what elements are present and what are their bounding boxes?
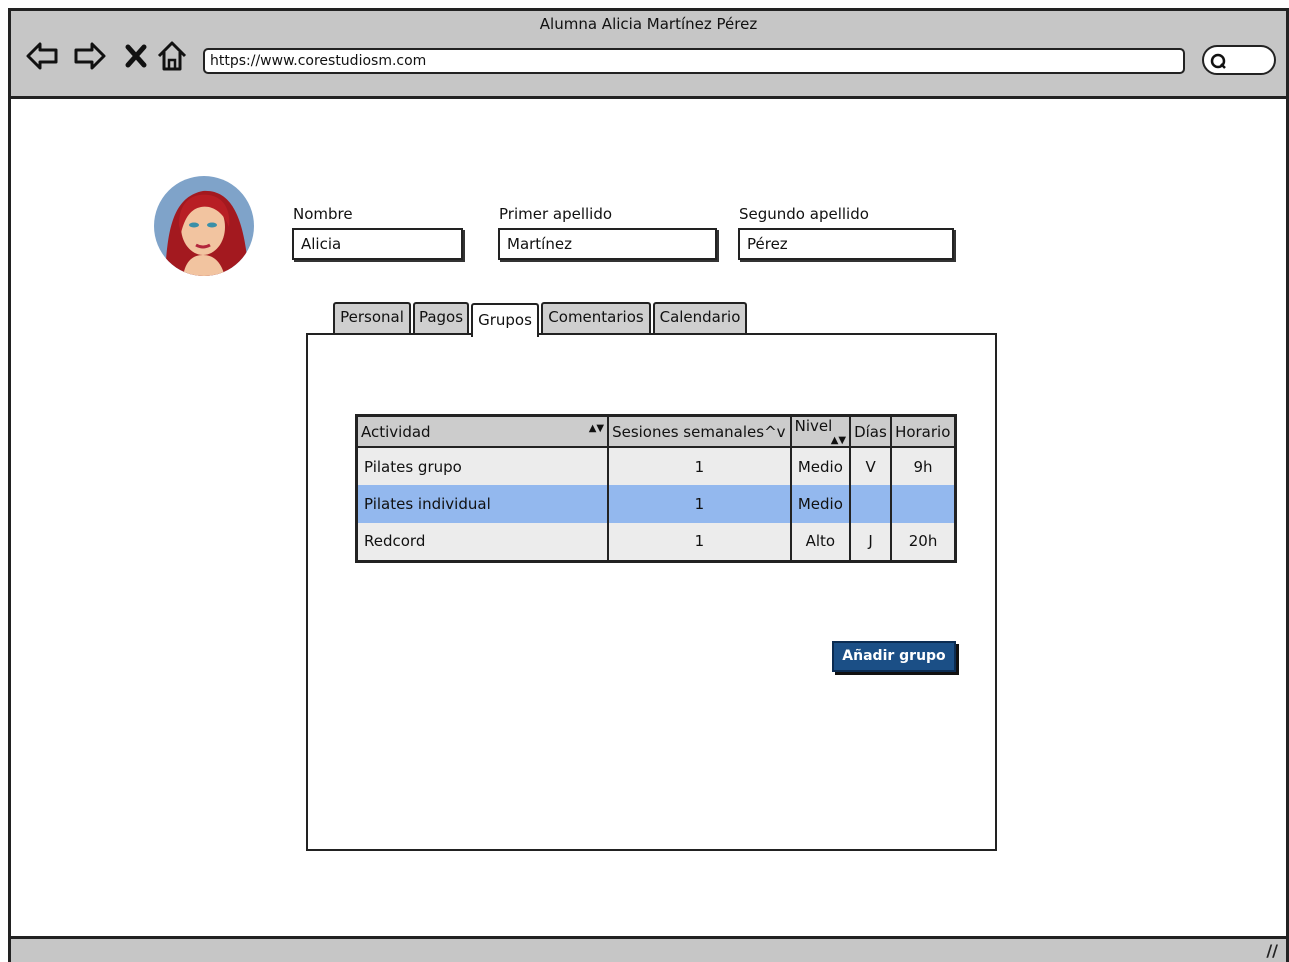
search-box[interactable] (1202, 45, 1276, 75)
back-arrow-icon[interactable] (25, 39, 59, 73)
table-row[interactable]: Pilates grupo 1 Medio V 9h (356, 447, 957, 485)
table-row[interactable]: Redcord 1 Alto J 20h (356, 523, 957, 561)
table-header-row: Actividad ▲▼ Sesiones semanales^v Nivel … (356, 415, 957, 448)
table-row-selected[interactable]: Pilates individual 1 Medio (356, 485, 957, 523)
tab-pagos[interactable]: Pagos (413, 302, 469, 333)
column-header-actividad[interactable]: Actividad ▲▼ (356, 415, 610, 448)
cell-sesiones: 1 (608, 447, 792, 485)
resize-grip-icon[interactable]: // (1266, 941, 1278, 960)
add-group-button[interactable]: Añadir grupo (832, 641, 956, 672)
cell-nivel: Medio (790, 485, 852, 523)
cell-horario (891, 485, 957, 523)
cell-sesiones: 1 (608, 523, 792, 561)
cell-dias (850, 485, 893, 523)
cell-dias: V (850, 447, 893, 485)
primer-apellido-field[interactable]: Martínez (498, 228, 717, 260)
search-icon (1210, 53, 1226, 69)
cell-actividad: Pilates grupo (356, 447, 610, 485)
status-bar: // (11, 936, 1286, 962)
sort-icon[interactable]: ▲▼ (831, 435, 846, 446)
cell-actividad: Redcord (356, 523, 610, 561)
url-bar[interactable]: https://www.corestudiosm.com (203, 48, 1185, 74)
nombre-label: Nombre (293, 205, 353, 223)
cell-nivel: Alto (790, 523, 852, 561)
window-title: Alumna Alicia Martínez Pérez (539, 15, 758, 33)
column-header-horario[interactable]: Horario (891, 415, 957, 448)
close-icon[interactable] (119, 39, 153, 73)
browser-window: Alumna Alicia Martínez Pérez https://www… (8, 8, 1289, 962)
groups-table: Actividad ▲▼ Sesiones semanales^v Nivel … (355, 414, 957, 563)
cell-horario: 20h (891, 523, 957, 561)
column-header-sesiones[interactable]: Sesiones semanales^v (608, 415, 792, 448)
segundo-apellido-label: Segundo apellido (739, 205, 869, 223)
column-header-label: Nivel (794, 417, 833, 435)
tab-personal[interactable]: Personal (333, 302, 411, 333)
cell-horario: 9h (891, 447, 957, 485)
cell-actividad: Pilates individual (356, 485, 610, 523)
column-header-nivel[interactable]: Nivel ▲▼ (790, 415, 852, 448)
cell-dias: J (850, 523, 893, 561)
cell-nivel: Medio (790, 447, 852, 485)
tab-calendario[interactable]: Calendario (653, 302, 747, 333)
primer-apellido-label: Primer apellido (499, 205, 613, 223)
tab-grupos[interactable]: Grupos (471, 303, 539, 337)
forward-arrow-icon[interactable] (73, 39, 107, 73)
home-icon[interactable] (155, 39, 189, 73)
sort-icon[interactable]: ▲▼ (589, 423, 604, 434)
column-header-dias[interactable]: Días (850, 415, 893, 448)
nombre-field[interactable]: Alicia (292, 228, 463, 260)
segundo-apellido-field[interactable]: Pérez (738, 228, 954, 260)
cell-sesiones: 1 (608, 485, 792, 523)
grupos-panel: Actividad ▲▼ Sesiones semanales^v Nivel … (306, 333, 997, 851)
column-header-label: Actividad (361, 422, 431, 441)
tab-comentarios[interactable]: Comentarios (541, 302, 651, 333)
title-bar: Alumna Alicia Martínez Pérez https://www… (11, 11, 1286, 99)
avatar (154, 176, 254, 276)
